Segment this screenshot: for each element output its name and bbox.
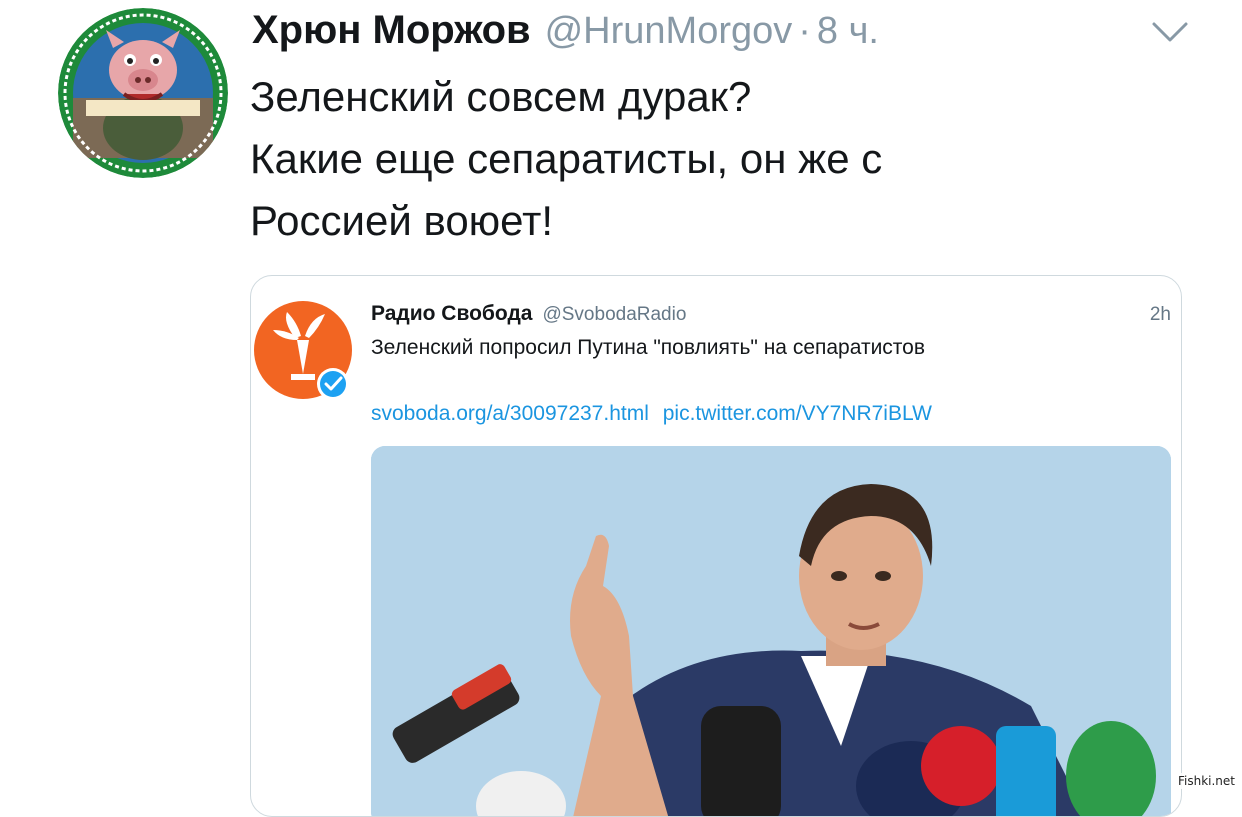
quoted-tweet-text: Зеленский попросил Путина "повлиять" на …: [371, 336, 926, 359]
tweet-text-line: Какие еще сепаратисты, он же с: [250, 135, 883, 182]
tweet-menu-button[interactable]: [1150, 18, 1190, 46]
quoted-tweet-timestamp[interactable]: 2h: [1150, 304, 1171, 326]
tweet-text: Зеленский совсем дурак? Какие еще сепара…: [250, 66, 1150, 252]
quoted-author-name[interactable]: Радио Свобода: [371, 302, 532, 326]
quoted-author-handle[interactable]: @SvobodaRadio: [542, 304, 686, 326]
tweet-text-line: Зеленский совсем дурак?: [250, 73, 752, 120]
pig-mascot-avatar-icon: [58, 8, 228, 178]
press-conference-photo: [371, 446, 1171, 816]
author-handle[interactable]: @HrunMorgov: [545, 10, 793, 53]
pic-link[interactable]: pic.twitter.com/VY7NR7iBLW: [663, 402, 932, 425]
watermark: Fishki.net: [1174, 773, 1238, 789]
verified-badge-icon: [317, 368, 349, 400]
author-name[interactable]: Хрюн Моржов: [252, 8, 531, 53]
author-avatar[interactable]: [58, 8, 228, 178]
quoted-tweet-links: svoboda.org/a/30097237.html pic.twitter.…: [371, 402, 932, 426]
tweet-text-line: Россией воюет!: [250, 197, 554, 244]
chevron-down-icon: [1152, 22, 1188, 42]
tweet-timestamp[interactable]: 8 ч.: [817, 10, 879, 53]
quoted-author-avatar[interactable]: [253, 300, 357, 410]
radio-svoboda-logo-icon: [254, 301, 352, 400]
quoted-tweet-header: Радио Свобода @SvobodaRadio: [371, 302, 686, 326]
quoted-tweet-card[interactable]: Радио Свобода @SvobodaRadio 2h Зеленский…: [250, 275, 1182, 817]
article-link[interactable]: svoboda.org/a/30097237.html: [371, 402, 649, 425]
separator-dot: ·: [798, 10, 811, 52]
tweet-header: Хрюн Моржов @HrunMorgov · 8 ч.: [252, 8, 879, 53]
quoted-tweet-photo[interactable]: [371, 446, 1171, 816]
